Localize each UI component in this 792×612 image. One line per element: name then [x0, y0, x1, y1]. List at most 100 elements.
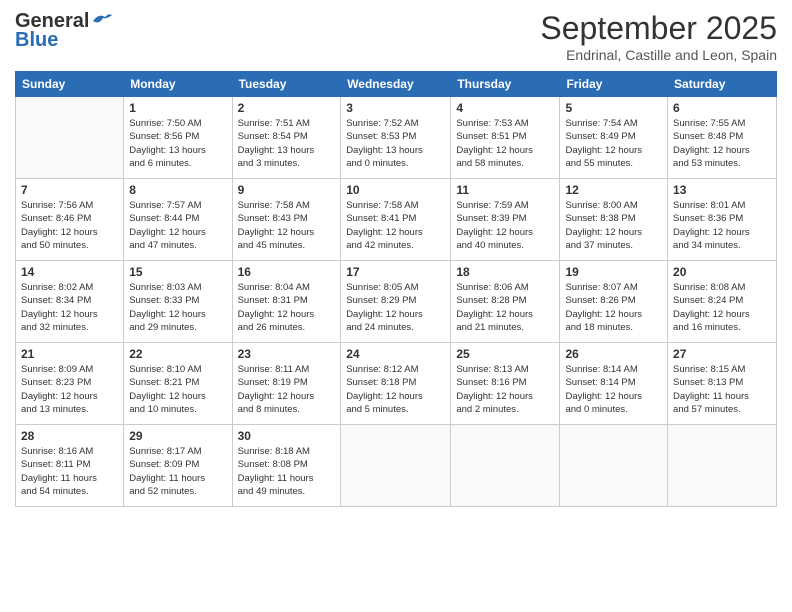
day-cell: 23 Sunrise: 8:11 AM Sunset: 8:19 PM Dayli… — [232, 343, 341, 425]
day-number: 5 — [565, 101, 662, 115]
day-cell — [16, 97, 124, 179]
day-number: 23 — [238, 347, 336, 361]
day-number: 2 — [238, 101, 336, 115]
day-number: 25 — [456, 347, 554, 361]
day-cell: 24 Sunrise: 8:12 AM Sunset: 8:18 PM Dayli… — [341, 343, 451, 425]
day-number: 19 — [565, 265, 662, 279]
day-info: Sunrise: 8:03 AM Sunset: 8:33 PM Dayligh… — [129, 281, 226, 334]
day-number: 29 — [129, 429, 226, 443]
day-number: 18 — [456, 265, 554, 279]
day-number: 7 — [21, 183, 118, 197]
day-info: Sunrise: 8:14 AM Sunset: 8:14 PM Dayligh… — [565, 363, 662, 416]
day-info: Sunrise: 7:51 AM Sunset: 8:54 PM Dayligh… — [238, 117, 336, 170]
day-cell — [341, 425, 451, 507]
week-row-1: 1 Sunrise: 7:50 AM Sunset: 8:56 PM Daylig… — [16, 97, 777, 179]
day-info: Sunrise: 8:09 AM Sunset: 8:23 PM Dayligh… — [21, 363, 118, 416]
day-number: 24 — [346, 347, 445, 361]
day-cell: 29 Sunrise: 8:17 AM Sunset: 8:09 PM Dayli… — [124, 425, 232, 507]
day-number: 17 — [346, 265, 445, 279]
day-cell — [451, 425, 560, 507]
day-cell: 26 Sunrise: 8:14 AM Sunset: 8:14 PM Dayli… — [560, 343, 668, 425]
calendar-table: Sunday Monday Tuesday Wednesday Thursday… — [15, 71, 777, 507]
day-info: Sunrise: 8:08 AM Sunset: 8:24 PM Dayligh… — [673, 281, 771, 334]
day-info: Sunrise: 7:58 AM Sunset: 8:43 PM Dayligh… — [238, 199, 336, 252]
day-info: Sunrise: 8:17 AM Sunset: 8:09 PM Dayligh… — [129, 445, 226, 498]
day-cell: 1 Sunrise: 7:50 AM Sunset: 8:56 PM Daylig… — [124, 97, 232, 179]
day-cell: 12 Sunrise: 8:00 AM Sunset: 8:38 PM Dayli… — [560, 179, 668, 261]
day-info: Sunrise: 8:11 AM Sunset: 8:19 PM Dayligh… — [238, 363, 336, 416]
day-info: Sunrise: 7:52 AM Sunset: 8:53 PM Dayligh… — [346, 117, 445, 170]
day-info: Sunrise: 8:01 AM Sunset: 8:36 PM Dayligh… — [673, 199, 771, 252]
day-cell: 4Sunrise: 7:53 AM Sunset: 8:51 PM Daylig… — [451, 97, 560, 179]
day-info: Sunrise: 8:04 AM Sunset: 8:31 PM Dayligh… — [238, 281, 336, 334]
day-info: Sunrise: 8:06 AM Sunset: 8:28 PM Dayligh… — [456, 281, 554, 334]
day-cell: 2 Sunrise: 7:51 AM Sunset: 8:54 PM Daylig… — [232, 97, 341, 179]
day-cell: 30 Sunrise: 8:18 AM Sunset: 8:08 PM Dayli… — [232, 425, 341, 507]
day-cell: 8Sunrise: 7:57 AM Sunset: 8:44 PM Daylig… — [124, 179, 232, 261]
header-friday: Friday — [560, 72, 668, 97]
day-info: Sunrise: 8:12 AM Sunset: 8:18 PM Dayligh… — [346, 363, 445, 416]
day-cell: 22Sunrise: 8:10 AM Sunset: 8:21 PM Dayli… — [124, 343, 232, 425]
day-info: Sunrise: 8:18 AM Sunset: 8:08 PM Dayligh… — [238, 445, 336, 498]
week-row-2: 7 Sunrise: 7:56 AM Sunset: 8:46 PM Daylig… — [16, 179, 777, 261]
week-row-5: 28 Sunrise: 8:16 AM Sunset: 8:11 PM Dayli… — [16, 425, 777, 507]
logo-bird-icon — [91, 11, 113, 29]
day-info: Sunrise: 8:15 AM Sunset: 8:13 PM Dayligh… — [673, 363, 771, 416]
day-cell: 15 Sunrise: 8:03 AM Sunset: 8:33 PM Dayli… — [124, 261, 232, 343]
header-wednesday: Wednesday — [341, 72, 451, 97]
day-cell — [668, 425, 777, 507]
header-thursday: Thursday — [451, 72, 560, 97]
location-subtitle: Endrinal, Castille and Leon, Spain — [540, 47, 777, 63]
logo-blue: Blue — [15, 29, 58, 52]
day-number: 13 — [673, 183, 771, 197]
day-cell: 17 Sunrise: 8:05 AM Sunset: 8:29 PM Dayli… — [341, 261, 451, 343]
day-cell: 13 Sunrise: 8:01 AM Sunset: 8:36 PM Dayli… — [668, 179, 777, 261]
week-row-4: 21 Sunrise: 8:09 AM Sunset: 8:23 PM Dayli… — [16, 343, 777, 425]
day-number: 16 — [238, 265, 336, 279]
day-cell: 27 Sunrise: 8:15 AM Sunset: 8:13 PM Dayli… — [668, 343, 777, 425]
day-info: Sunrise: 8:02 AM Sunset: 8:34 PM Dayligh… — [21, 281, 118, 334]
day-cell: 14 Sunrise: 8:02 AM Sunset: 8:34 PM Dayli… — [16, 261, 124, 343]
day-info: Sunrise: 8:16 AM Sunset: 8:11 PM Dayligh… — [21, 445, 118, 498]
day-cell: 7 Sunrise: 7:56 AM Sunset: 8:46 PM Daylig… — [16, 179, 124, 261]
day-number: 9 — [238, 183, 336, 197]
day-cell: 3 Sunrise: 7:52 AM Sunset: 8:53 PM Daylig… — [341, 97, 451, 179]
header: General Blue September 2025 Endrinal, Ca… — [15, 10, 777, 63]
day-number: 10 — [346, 183, 445, 197]
day-info: Sunrise: 8:07 AM Sunset: 8:26 PM Dayligh… — [565, 281, 662, 334]
day-cell: 25 Sunrise: 8:13 AM Sunset: 8:16 PM Dayli… — [451, 343, 560, 425]
day-cell: 6Sunrise: 7:55 AM Sunset: 8:48 PM Daylig… — [668, 97, 777, 179]
header-monday: Monday — [124, 72, 232, 97]
day-cell: 10 Sunrise: 7:58 AM Sunset: 8:41 PM Dayli… — [341, 179, 451, 261]
title-block: September 2025 Endrinal, Castille and Le… — [540, 10, 777, 63]
day-number: 26 — [565, 347, 662, 361]
day-info: Sunrise: 7:54 AM Sunset: 8:49 PM Dayligh… — [565, 117, 662, 170]
day-cell: 11Sunrise: 7:59 AM Sunset: 8:39 PM Dayli… — [451, 179, 560, 261]
day-cell: 20Sunrise: 8:08 AM Sunset: 8:24 PM Dayli… — [668, 261, 777, 343]
day-info: Sunrise: 7:50 AM Sunset: 8:56 PM Dayligh… — [129, 117, 226, 170]
month-title: September 2025 — [540, 10, 777, 47]
calendar-page: General Blue September 2025 Endrinal, Ca… — [0, 0, 792, 612]
logo: General Blue — [15, 10, 113, 52]
day-number: 30 — [238, 429, 336, 443]
day-number: 1 — [129, 101, 226, 115]
day-number: 3 — [346, 101, 445, 115]
day-number: 15 — [129, 265, 226, 279]
day-info: Sunrise: 8:13 AM Sunset: 8:16 PM Dayligh… — [456, 363, 554, 416]
day-cell: 18 Sunrise: 8:06 AM Sunset: 8:28 PM Dayli… — [451, 261, 560, 343]
day-number: 14 — [21, 265, 118, 279]
day-info: Sunrise: 7:55 AM Sunset: 8:48 PM Dayligh… — [673, 117, 771, 170]
day-info: Sunrise: 7:59 AM Sunset: 8:39 PM Dayligh… — [456, 199, 554, 252]
day-cell: 19 Sunrise: 8:07 AM Sunset: 8:26 PM Dayli… — [560, 261, 668, 343]
week-row-3: 14 Sunrise: 8:02 AM Sunset: 8:34 PM Dayli… — [16, 261, 777, 343]
day-number: 21 — [21, 347, 118, 361]
day-cell: 9 Sunrise: 7:58 AM Sunset: 8:43 PM Daylig… — [232, 179, 341, 261]
day-number: 28 — [21, 429, 118, 443]
day-info: Sunrise: 8:00 AM Sunset: 8:38 PM Dayligh… — [565, 199, 662, 252]
day-info: Sunrise: 7:56 AM Sunset: 8:46 PM Dayligh… — [21, 199, 118, 252]
day-number: 27 — [673, 347, 771, 361]
day-info: Sunrise: 7:58 AM Sunset: 8:41 PM Dayligh… — [346, 199, 445, 252]
day-number: 12 — [565, 183, 662, 197]
day-info: Sunrise: 8:05 AM Sunset: 8:29 PM Dayligh… — [346, 281, 445, 334]
header-sunday: Sunday — [16, 72, 124, 97]
